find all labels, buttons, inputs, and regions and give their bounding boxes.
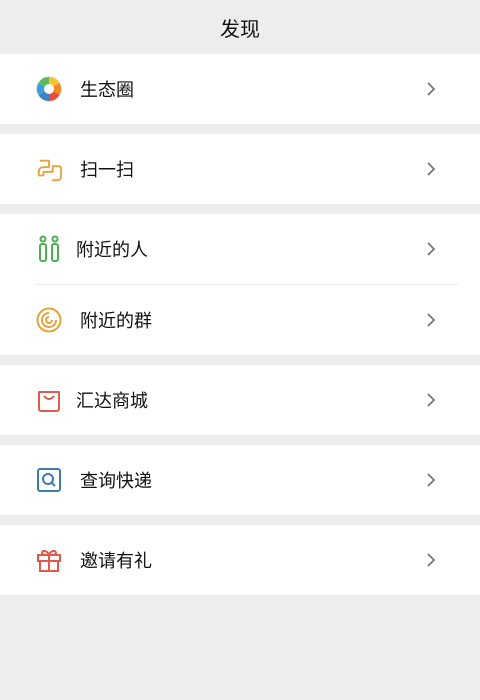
chevron-right-icon xyxy=(427,242,436,256)
menu-item-label: 生态圈 xyxy=(80,80,134,101)
aperture-icon xyxy=(36,76,62,102)
menu-item-label: 查询快递 xyxy=(80,471,152,492)
header: 发现 xyxy=(0,0,480,54)
divider xyxy=(22,204,458,214)
shopping-bag-icon xyxy=(36,387,62,413)
menu-item-moments[interactable]: 生态圈 xyxy=(0,54,480,124)
group-nearby: 附近的人 附近的群 xyxy=(0,214,480,355)
divider xyxy=(22,355,458,365)
menu-item-label: 附近的人 xyxy=(76,240,148,261)
menu-item-groups-nearby[interactable]: 附近的群 xyxy=(0,285,480,355)
chevron-right-icon xyxy=(427,473,436,487)
menu-item-label: 附近的群 xyxy=(80,311,152,332)
group-scan: 扫一扫 xyxy=(0,134,480,204)
group-express: 查询快递 xyxy=(0,445,480,515)
chevron-right-icon xyxy=(427,82,436,96)
chevron-right-icon xyxy=(427,313,436,327)
menu-item-scan[interactable]: 扫一扫 xyxy=(0,134,480,204)
divider xyxy=(22,124,458,134)
chevron-right-icon xyxy=(427,162,436,176)
search-box-icon xyxy=(36,467,62,493)
menu-item-label: 汇达商城 xyxy=(76,391,148,412)
group-moments: 生态圈 xyxy=(0,54,480,124)
menu-item-label: 扫一扫 xyxy=(80,160,134,181)
menu-item-express[interactable]: 查询快递 xyxy=(0,445,480,515)
group-invite: 邀请有礼 xyxy=(0,525,480,595)
menu-item-people-nearby[interactable]: 附近的人 xyxy=(0,214,480,284)
chevron-right-icon xyxy=(427,393,436,407)
chevron-right-icon xyxy=(427,553,436,567)
menu-item-mall[interactable]: 汇达商城 xyxy=(0,365,480,435)
page-title: 发现 xyxy=(220,16,260,41)
divider xyxy=(22,515,458,525)
gift-icon xyxy=(36,547,62,573)
menu-item-label: 邀请有礼 xyxy=(80,551,152,572)
group-mall: 汇达商城 xyxy=(0,365,480,435)
scan-icon xyxy=(36,156,62,182)
people-icon xyxy=(36,235,62,262)
divider xyxy=(22,435,458,445)
menu-item-invite[interactable]: 邀请有礼 xyxy=(0,525,480,595)
radar-icon xyxy=(36,307,62,333)
